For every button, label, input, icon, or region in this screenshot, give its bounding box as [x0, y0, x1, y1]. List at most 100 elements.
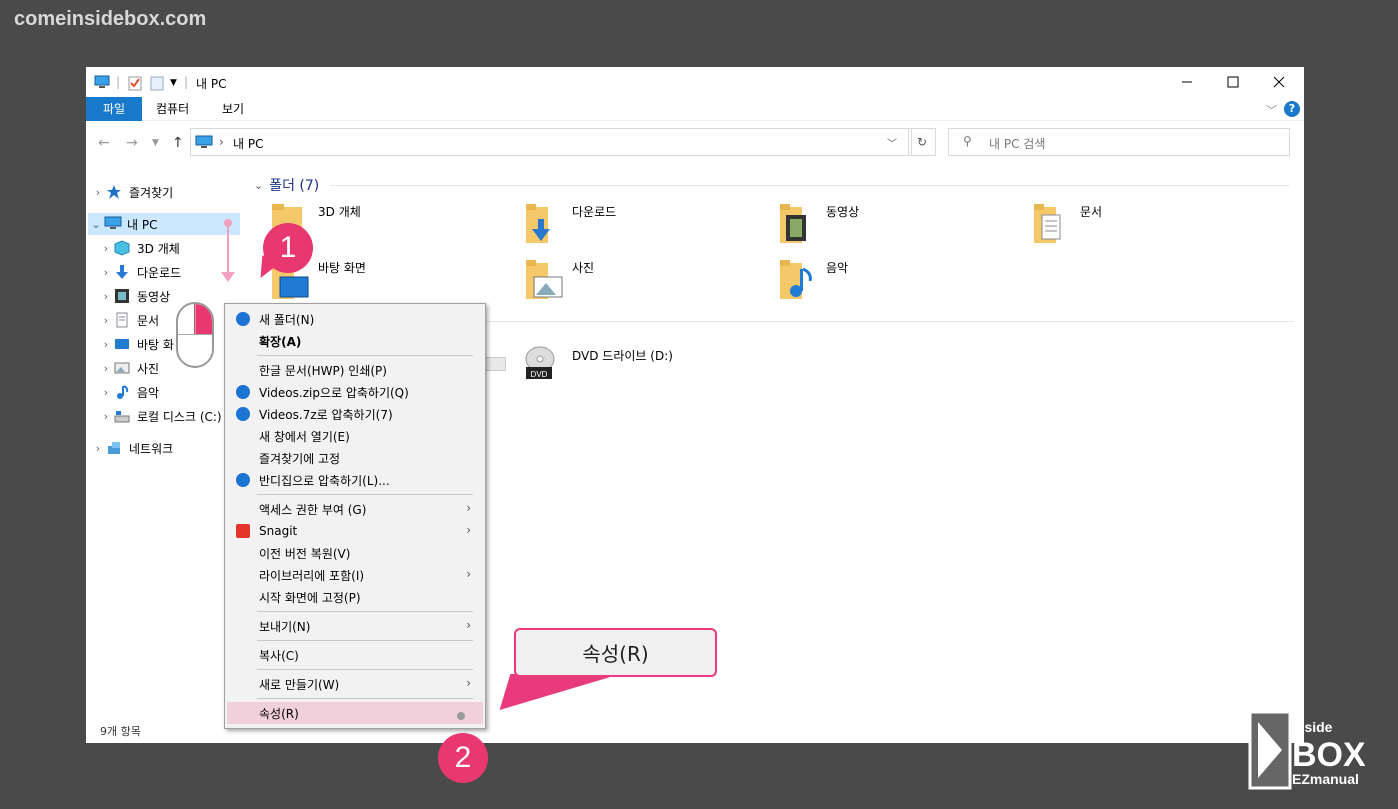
ribbon: 파일 컴퓨터 보기 ﹀ ?	[86, 97, 1304, 121]
chevron-right-icon[interactable]: ›	[98, 362, 114, 375]
drive-dvd[interactable]: DVD DVD 드라이브 (D:)	[520, 345, 673, 389]
chevron-right-icon[interactable]: ›	[98, 338, 114, 351]
sidebar-item-label: 사진	[137, 361, 160, 376]
address-dropdown-icon[interactable]: ﹀	[887, 135, 897, 150]
folder-videos[interactable]: 동영상	[778, 201, 859, 245]
chevron-right-icon[interactable]: ›	[98, 386, 114, 399]
sidebar-item-label: 다운로드	[137, 265, 182, 280]
chevron-right-icon[interactable]: ›	[98, 290, 114, 303]
sidebar-item-videos[interactable]: › 동영상	[98, 285, 170, 307]
dvd-drive-icon: DVD	[520, 345, 564, 389]
address-bar[interactable]: › 내 PC ﹀	[190, 128, 912, 156]
chevron-right-icon[interactable]: ›	[98, 242, 114, 255]
star-icon	[106, 184, 124, 200]
menu-item-compress-7z[interactable]: Videos.7z로 압축하기(7)	[227, 403, 483, 425]
chevron-right-icon[interactable]: ›	[98, 410, 114, 423]
title-bar: | ▼ | 내 PC	[86, 67, 1304, 97]
up-arrow-icon[interactable]: ↑	[172, 135, 184, 151]
menu-item-new-folder[interactable]: 새 폴더(N)	[227, 308, 483, 330]
new-folder-icon[interactable]	[150, 75, 164, 94]
recent-chevron-icon[interactable]: ▼	[152, 138, 159, 148]
refresh-button[interactable]: ↻	[908, 128, 936, 156]
search-box[interactable]: ⚲ 내 PC 검색	[948, 128, 1290, 156]
status-bar: 9개 항목	[100, 725, 141, 738]
sidebar-item-desktop[interactable]: › 바탕 화	[98, 333, 174, 355]
sidebar-item-network[interactable]: › 네트워크	[90, 437, 173, 459]
sidebar-item-this-pc[interactable]: ⌄ 내 PC	[88, 213, 240, 235]
sidebar-item-downloads[interactable]: › 다운로드	[98, 261, 181, 283]
menu-item-restore-versions[interactable]: 이전 버전 복원(V)	[227, 542, 483, 564]
chevron-right-icon[interactable]: ›	[90, 186, 106, 199]
address-text: 내 PC	[233, 137, 264, 151]
properties-icon[interactable]	[128, 75, 142, 94]
folder-downloads[interactable]: 다운로드	[524, 201, 616, 245]
folders-group-header[interactable]: ⌄ 폴더 (7)	[254, 175, 319, 195]
menu-item-hwp-print[interactable]: 한글 문서(HWP) 인쇄(P)	[227, 359, 483, 381]
menu-separator	[257, 669, 473, 670]
menu-item-include-library[interactable]: 라이브러리에 포함(I) ›	[227, 564, 483, 586]
menu-item-bandizip-compress[interactable]: 반디집으로 압축하기(L)...	[227, 469, 483, 491]
menu-item-pin-quick-access[interactable]: 즐겨찾기에 고정	[227, 447, 483, 469]
search-icon: ⚲	[963, 134, 972, 148]
menu-item-new[interactable]: 새로 만들기(W) ›	[227, 673, 483, 695]
close-button[interactable]	[1256, 67, 1302, 97]
menu-separator	[257, 640, 473, 641]
sidebar-item-favorites[interactable]: › 즐겨찾기	[90, 181, 173, 203]
sidebar-item-documents[interactable]: › 문서	[98, 309, 159, 331]
document-icon	[114, 312, 132, 328]
back-arrow-icon[interactable]: ←	[98, 135, 110, 151]
menu-separator	[257, 698, 473, 699]
folder-music[interactable]: 음악	[778, 257, 848, 301]
search-placeholder: 내 PC 검색	[989, 137, 1046, 151]
tab-view[interactable]: 보기	[210, 97, 256, 121]
chevron-down-icon[interactable]: ﹀	[1266, 102, 1277, 118]
music-icon	[114, 384, 132, 400]
chevron-right-icon[interactable]: ›	[98, 266, 114, 279]
menu-item-snagit[interactable]: Snagit ›	[227, 520, 483, 542]
menu-item-expand[interactable]: 확장(A)	[227, 330, 483, 352]
chevron-down-icon[interactable]: ▼	[170, 78, 177, 88]
chevron-right-icon: ›	[466, 618, 471, 632]
music-folder-icon	[778, 257, 818, 301]
network-icon	[106, 440, 124, 456]
picture-folder-icon	[524, 257, 564, 301]
minimize-button[interactable]	[1164, 67, 1210, 97]
chevron-right-icon: ›	[466, 567, 471, 581]
chevron-right-icon[interactable]: ›	[98, 314, 114, 327]
folder-documents[interactable]: 문서	[1032, 201, 1102, 245]
bandizip-icon	[236, 407, 250, 421]
disk-icon	[114, 408, 132, 424]
brand-logo: inside BOX EZmanual	[1248, 710, 1378, 792]
navigation-pane: › 즐겨찾기 ⌄ 내 PC › 3D 개체 › 다운로드 › 동영상 › 문서	[86, 175, 242, 715]
menu-item-send-to[interactable]: 보내기(N) ›	[227, 615, 483, 637]
maximize-button[interactable]	[1210, 67, 1256, 97]
download-icon	[114, 264, 132, 280]
chevron-right-icon[interactable]: ›	[90, 442, 106, 455]
computer-icon	[104, 216, 122, 232]
separator-icon: |	[116, 75, 121, 89]
tab-file[interactable]: 파일	[86, 97, 142, 121]
folder-pictures[interactable]: 사진	[524, 257, 594, 301]
click-point-dot	[457, 712, 465, 720]
menu-item-copy[interactable]: 복사(C)	[227, 644, 483, 666]
help-icon[interactable]: ?	[1284, 101, 1300, 117]
sidebar-item-music[interactable]: › 음악	[98, 381, 159, 403]
sidebar-item-pictures[interactable]: › 사진	[98, 357, 159, 379]
chevron-down-icon[interactable]: ⌄	[254, 179, 263, 192]
chevron-down-icon[interactable]: ⌄	[88, 218, 104, 231]
tab-computer[interactable]: 컴퓨터	[144, 97, 201, 121]
properties-callout: 속성(R)	[514, 628, 717, 677]
sidebar-item-3d-objects[interactable]: › 3D 개체	[98, 237, 180, 259]
menu-item-open-new-window[interactable]: 새 창에서 열기(E)	[227, 425, 483, 447]
menu-item-compress-zip[interactable]: Videos.zip으로 압축하기(Q)	[227, 381, 483, 403]
sidebar-item-local-disk[interactable]: › 로컬 디스크 (C:)	[98, 405, 222, 427]
menu-item-pin-start[interactable]: 시작 화면에 고정(P)	[227, 586, 483, 608]
chevron-right-icon: ›	[466, 501, 471, 515]
drag-arrow-head	[221, 272, 235, 282]
document-folder-icon	[1032, 201, 1072, 245]
forward-arrow-icon[interactable]: →	[126, 135, 138, 151]
menu-item-give-access[interactable]: 액세스 권한 부여 (G) ›	[227, 498, 483, 520]
picture-icon	[114, 360, 132, 376]
menu-item-properties[interactable]: 속성(R)	[227, 702, 483, 724]
step-badge-2: 2	[438, 733, 488, 783]
